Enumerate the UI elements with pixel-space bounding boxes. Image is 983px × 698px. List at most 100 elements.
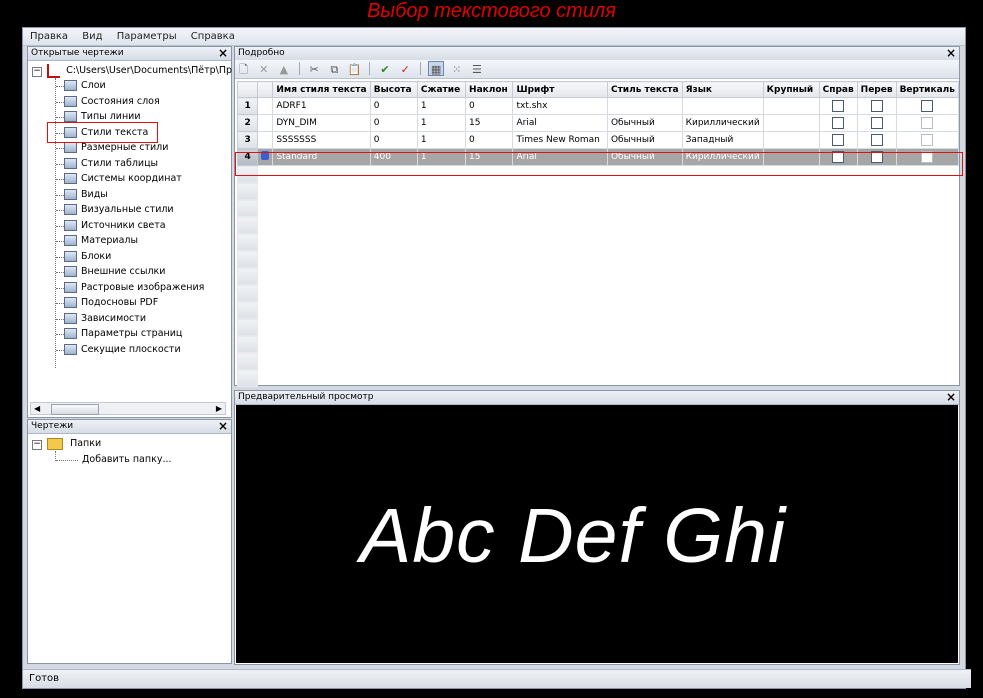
cell-oblique[interactable]: 0 (465, 131, 514, 149)
icons-view-icon[interactable]: ⁙ (449, 62, 464, 77)
col-upsidedown[interactable]: Перев (856, 81, 897, 98)
tree-item[interactable]: Внешние ссылки (64, 264, 165, 279)
tree-item[interactable]: Визуальные стили (64, 202, 174, 217)
delete-icon[interactable]: ✕ (256, 62, 271, 77)
collapse-icon[interactable]: − (32, 67, 42, 77)
tree-horizontal-scrollbar[interactable]: ◀ ▶ (30, 402, 226, 415)
paste-icon[interactable]: 📋 (347, 62, 362, 77)
col-style[interactable]: Стиль текста (606, 81, 683, 98)
table-row[interactable]: 3 SSSSSSS 0 1 0 Times New Roman Обычный Западны… (236, 131, 960, 149)
col-vertical[interactable]: Вертикаль (895, 81, 960, 98)
tree-item[interactable]: Зависимости (64, 311, 146, 326)
tree-item[interactable]: Слои (64, 78, 106, 93)
table-row[interactable]: 4 Standard 400 1 15 Arial Обычный Кириллический (236, 148, 960, 166)
cell-bigfont[interactable] (762, 131, 820, 149)
cell-name[interactable]: Standard (272, 148, 371, 166)
tree-folders[interactable]: − Папки (32, 436, 101, 451)
tree-item[interactable]: Параметры страниц (64, 326, 182, 341)
close-icon[interactable]: × (946, 391, 956, 404)
cell-font[interactable]: txt.shx (512, 97, 608, 115)
col-bigfont[interactable]: Крупный (762, 81, 820, 98)
cell-name[interactable]: ADRF1 (272, 97, 371, 115)
cell-style[interactable] (606, 97, 683, 115)
close-icon[interactable]: × (946, 47, 956, 60)
cell-name[interactable]: SSSSSSS (272, 131, 371, 149)
tree-item[interactable]: Подосновы PDF (64, 295, 158, 310)
col-oblique[interactable]: Наклон (465, 81, 514, 98)
col-backwards[interactable]: Справ (818, 81, 858, 98)
cell-width[interactable]: 1 (416, 148, 467, 166)
row-number[interactable]: 1 (236, 97, 259, 115)
col-width[interactable]: Сжатие (416, 81, 467, 98)
menu-edit[interactable]: Правка (23, 28, 72, 45)
details-view-icon[interactable]: ▦ (428, 61, 445, 76)
col-name[interactable]: Имя стиля текста (272, 81, 371, 98)
cell-bigfont[interactable] (762, 97, 820, 115)
cell-width[interactable]: 1 (416, 131, 467, 149)
row-number[interactable]: 2 (236, 114, 259, 132)
tree-item[interactable]: Размерные стили (64, 140, 168, 155)
cell-font[interactable]: Arial (512, 148, 608, 166)
cell-height[interactable]: 0 (369, 97, 418, 115)
col-font[interactable]: Шрифт (512, 81, 608, 98)
cell-oblique[interactable]: 15 (465, 148, 514, 166)
tree-item[interactable]: Секущие плоскости (64, 342, 181, 357)
cell-width[interactable]: 1 (416, 97, 467, 115)
cell-style[interactable]: Обычный (606, 114, 683, 132)
scroll-right-icon[interactable]: ▶ (216, 403, 222, 414)
table-row[interactable]: 2 DYN_DIM 0 1 15 Arial Обычный Кириллический (236, 114, 960, 132)
col-language[interactable]: Язык (681, 81, 764, 98)
close-icon[interactable]: × (218, 47, 228, 60)
set-current-icon[interactable]: ✔ (378, 62, 393, 77)
cell-oblique[interactable]: 0 (465, 97, 514, 115)
new-icon[interactable]: 🗋 (236, 62, 251, 77)
menu-view[interactable]: Вид (75, 28, 106, 45)
menu-options[interactable]: Параметры (110, 28, 181, 45)
tree-item[interactable]: Блоки (64, 249, 111, 264)
cell-oblique[interactable]: 15 (465, 114, 514, 132)
cell-font[interactable]: Times New Roman (512, 131, 608, 149)
tree-item[interactable]: Источники света (64, 218, 166, 233)
tree-item[interactable]: Стили таблицы (64, 156, 158, 171)
cell-width[interactable]: 1 (416, 114, 467, 132)
cell-height[interactable]: 400 (369, 148, 418, 166)
tree-item[interactable]: Состояния слоя (64, 94, 160, 109)
close-icon[interactable]: × (218, 420, 228, 433)
cell-height[interactable]: 0 (369, 114, 418, 132)
vertical-checkbox[interactable] (921, 151, 934, 163)
cell-language[interactable]: Кириллический (681, 148, 764, 166)
cell-height[interactable]: 0 (369, 131, 418, 149)
menu-help[interactable]: Справка (184, 28, 239, 45)
cell-font[interactable]: Arial (512, 114, 608, 132)
tree-item[interactable]: Материалы (64, 233, 138, 248)
purge-icon[interactable]: ▲ (276, 62, 291, 77)
upsidedown-checkbox[interactable] (870, 100, 883, 112)
cell-language[interactable]: Кириллический (681, 114, 764, 132)
tree-item[interactable]: Стили текста (64, 125, 148, 140)
row-number[interactable]: 3 (236, 131, 259, 149)
backwards-checkbox[interactable] (832, 100, 845, 112)
vertical-checkbox[interactable] (921, 134, 934, 146)
cell-name[interactable]: DYN_DIM (272, 114, 371, 132)
backwards-checkbox[interactable] (832, 151, 845, 163)
cut-icon[interactable]: ✂ (307, 62, 322, 77)
cell-language[interactable] (681, 97, 764, 115)
upsidedown-checkbox[interactable] (870, 117, 883, 129)
col-height[interactable]: Высота (369, 81, 418, 98)
cell-bigfont[interactable] (762, 148, 820, 166)
cell-style[interactable]: Обычный (606, 148, 683, 166)
tree-item[interactable]: Системы координат (64, 171, 182, 186)
set-current-text-icon[interactable]: ✓ (398, 62, 413, 77)
tree-item[interactable]: Растровые изображения (64, 280, 204, 295)
upsidedown-checkbox[interactable] (870, 151, 883, 163)
tree-item[interactable]: Типы линии (64, 109, 141, 124)
vertical-checkbox[interactable] (921, 117, 934, 129)
cell-language[interactable]: Западный (681, 131, 764, 149)
backwards-checkbox[interactable] (832, 134, 845, 146)
upsidedown-checkbox[interactable] (870, 134, 883, 146)
tree-item[interactable]: Виды (64, 187, 108, 202)
vertical-checkbox[interactable] (921, 100, 934, 112)
scroll-thumb[interactable] (51, 404, 99, 415)
list-view-icon[interactable]: ☰ (469, 62, 484, 77)
copy-icon[interactable]: ⧉ (327, 62, 342, 77)
